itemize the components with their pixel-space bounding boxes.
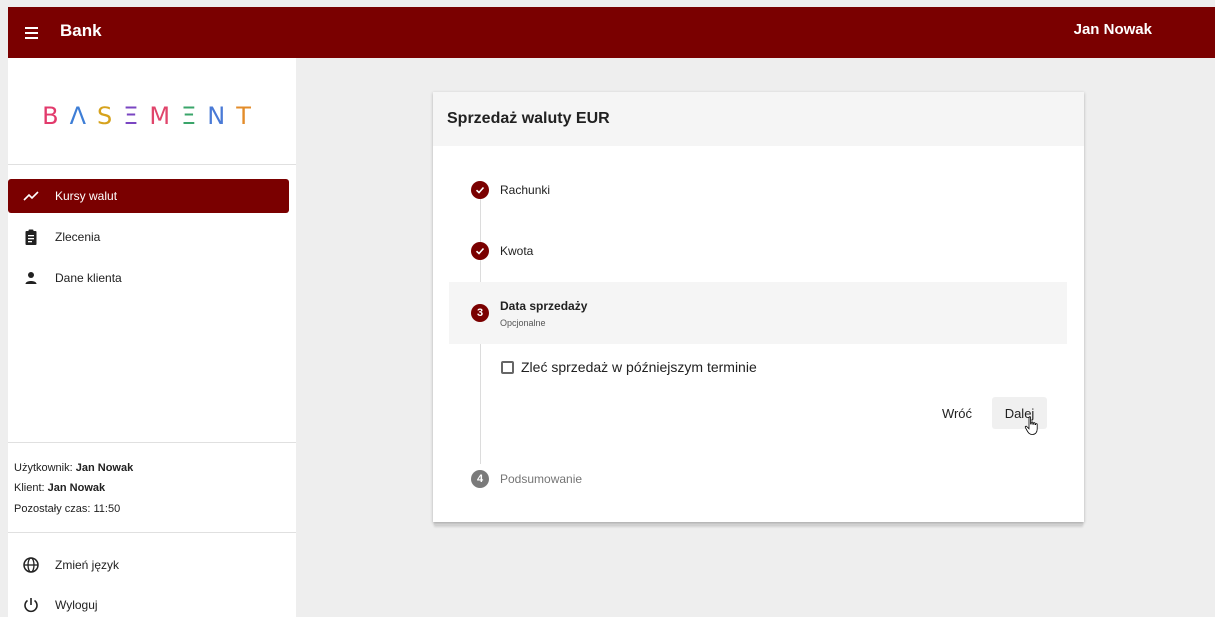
card-title: Sprzedaż waluty EUR — [447, 110, 610, 127]
step-label-kwota[interactable]: Kwota — [500, 244, 533, 258]
sidebar-item-dane-klienta[interactable]: Dane klienta — [8, 261, 289, 295]
stepper-connector — [480, 344, 481, 464]
step-check-icon — [471, 181, 489, 199]
divider — [8, 164, 296, 165]
sidebar-item-label: Kursy walut — [55, 189, 118, 203]
person-icon — [25, 272, 37, 284]
step-label-data-sprzedazy: Data sprzedaży — [500, 299, 588, 313]
sidebar: ΒΛSΞMΞNT Kursy walut Zlecenia Dane klien… — [8, 58, 296, 617]
app-title: Bank — [60, 21, 102, 40]
info-user: Użytkownik: Jan Nowak — [14, 462, 134, 474]
clipboard-icon — [25, 229, 37, 245]
top-user-name: Jan Nowak — [1073, 21, 1152, 38]
back-button[interactable]: Wróć — [931, 397, 983, 429]
later-sale-checkbox[interactable] — [501, 361, 514, 374]
step-number-badge: 4 — [471, 470, 489, 488]
sidebar-item-label: Zlecenia — [55, 230, 101, 244]
info-remaining-time: Pozostały czas: 11:50 — [14, 503, 121, 515]
sidebar-item-label: Wyloguj — [55, 598, 98, 612]
stepper-connector — [480, 260, 481, 282]
step-label-podsumowanie[interactable]: Podsumowanie — [500, 472, 582, 486]
hamburger-menu-icon[interactable] — [22, 21, 46, 45]
sell-currency-card: Sprzedaż waluty EUR Rachunki Kwota 3 Dat… — [433, 92, 1084, 522]
later-sale-checkbox-label[interactable]: Zleć sprzedaż w późniejszym terminie — [521, 359, 757, 375]
info-client: Klient: Jan Nowak — [14, 482, 106, 494]
logout-button[interactable]: Wyloguj — [8, 588, 289, 617]
step-label-rachunki[interactable]: Rachunki — [500, 183, 550, 197]
hand-pointer-cursor-icon — [1024, 416, 1038, 435]
power-icon — [24, 598, 38, 613]
change-language-button[interactable]: Zmień język — [8, 548, 289, 582]
divider — [8, 532, 296, 533]
sidebar-item-zlecenia[interactable]: Zlecenia — [8, 220, 289, 254]
step-sublabel: Opcjonalne — [500, 318, 546, 328]
top-app-bar: Bank Jan Nowak — [8, 7, 1215, 58]
divider — [8, 442, 296, 443]
globe-icon — [23, 557, 39, 573]
active-step-header[interactable] — [449, 282, 1067, 344]
step-number-badge: 3 — [471, 304, 489, 322]
trending-up-icon — [23, 191, 39, 201]
sidebar-item-kursy-walut[interactable]: Kursy walut — [8, 179, 289, 213]
sidebar-item-label: Dane klienta — [55, 271, 122, 285]
card-header: Sprzedaż waluty EUR — [433, 92, 1084, 146]
basement-logo: ΒΛSΞMΞNT — [42, 102, 262, 130]
step-check-icon — [471, 242, 489, 260]
sidebar-item-label: Zmień język — [55, 558, 120, 572]
